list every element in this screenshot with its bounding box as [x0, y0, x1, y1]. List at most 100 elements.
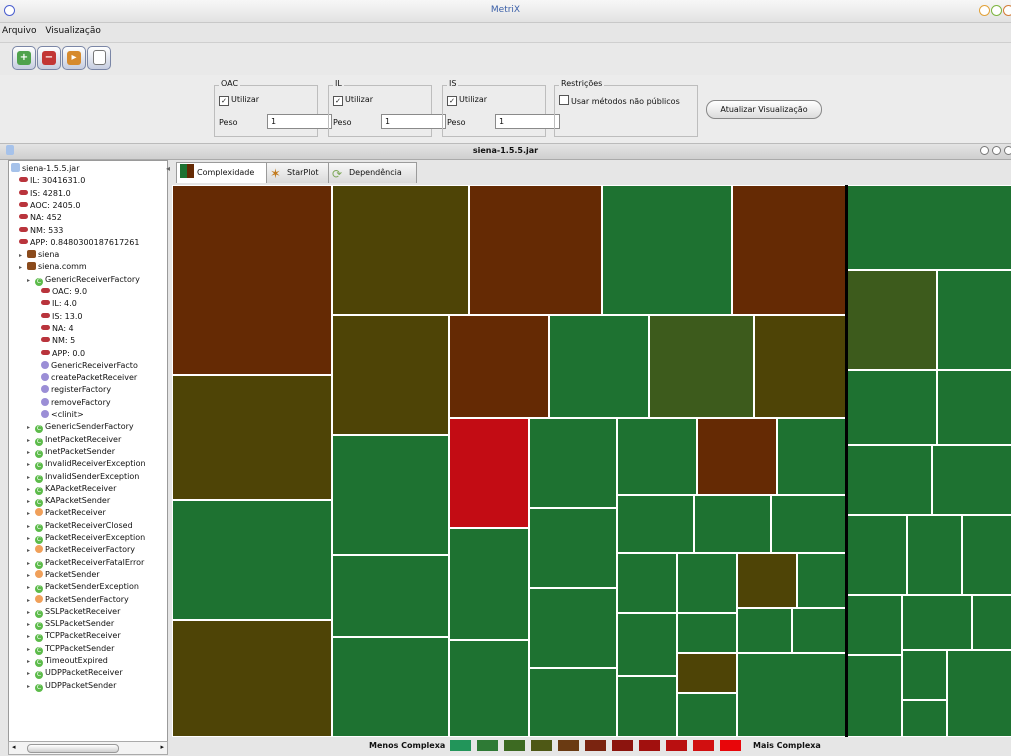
- treemap-cell[interactable]: [737, 608, 792, 653]
- tree-expand-icon[interactable]: ▸: [19, 250, 27, 261]
- treemap-cell[interactable]: [449, 528, 529, 640]
- tree-expand-icon[interactable]: ▸: [27, 619, 35, 630]
- tree-item[interactable]: IL: 3041631.0: [19, 175, 85, 186]
- treemap-cell[interactable]: [732, 185, 847, 315]
- treemap-cell[interactable]: [677, 553, 737, 613]
- tree-item[interactable]: NA: 4: [41, 323, 74, 334]
- treemap-cell[interactable]: [847, 515, 907, 595]
- treemap-cell[interactable]: [737, 653, 847, 737]
- treemap-cell[interactable]: [677, 653, 737, 693]
- tree-item[interactable]: ▸ C KAPacketReceiver: [27, 483, 116, 495]
- maximize-icon[interactable]: [992, 146, 1001, 155]
- tree-item[interactable]: <clinit>: [41, 409, 84, 420]
- project-tree[interactable]: siena-1.5.5.jar IL: 3041631.0 IS: 4281.0 AO…: [8, 160, 168, 742]
- treemap-cell[interactable]: [332, 435, 449, 555]
- treemap-cell[interactable]: [847, 270, 937, 370]
- treemap-cell[interactable]: [847, 445, 932, 515]
- treemap-cell[interactable]: [792, 608, 847, 653]
- tree-expand-icon[interactable]: ▸: [27, 508, 35, 519]
- remove-button[interactable]: −: [37, 46, 61, 70]
- treemap-cell[interactable]: [902, 650, 947, 700]
- tree-item[interactable]: AOC: 2405.0: [19, 200, 80, 211]
- treemap-cell[interactable]: [469, 185, 602, 315]
- treemap-cell[interactable]: [962, 515, 1011, 595]
- treemap-cell[interactable]: [617, 495, 694, 553]
- tree-expand-icon[interactable]: ▸: [27, 631, 35, 642]
- tree-item[interactable]: OAC: 9.0: [41, 286, 87, 297]
- tree-item[interactable]: NA: 452: [19, 212, 62, 223]
- tab-starplot[interactable]: ✶ StarPlot: [266, 162, 331, 183]
- tree-expand-icon[interactable]: ▸: [27, 472, 35, 483]
- tree-item[interactable]: ▸ C InetPacketReceiver: [27, 434, 121, 446]
- treemap-cell[interactable]: [332, 315, 449, 435]
- tree-horizontal-scrollbar[interactable]: ◂ ▸: [8, 741, 168, 755]
- treemap-cell[interactable]: [972, 595, 1011, 650]
- tree-expand-icon[interactable]: ▸: [27, 484, 35, 495]
- tree-expand-icon[interactable]: ▸: [27, 533, 35, 544]
- tree-expand-icon[interactable]: ▸: [27, 607, 35, 618]
- treemap-cell[interactable]: [529, 418, 617, 508]
- tree-expand-icon[interactable]: ▸: [27, 595, 35, 606]
- scroll-right-icon[interactable]: ▸: [160, 743, 164, 751]
- tree-item[interactable]: ▸ C PacketReceiverClosed: [27, 520, 133, 532]
- treemap-cell[interactable]: [677, 693, 737, 737]
- treemap-cell[interactable]: [937, 370, 1011, 445]
- treemap-cell[interactable]: [771, 495, 847, 553]
- tree-item[interactable]: IS: 4281.0: [19, 188, 71, 199]
- add-button[interactable]: +: [12, 46, 36, 70]
- tree-item[interactable]: APP: 0.0: [41, 348, 85, 359]
- close-icon[interactable]: [1003, 5, 1011, 16]
- il-peso-input[interactable]: 1: [381, 114, 446, 129]
- tree-expand-icon[interactable]: ▸: [27, 558, 35, 569]
- tree-item[interactable]: ▸ C PacketReceiverException: [27, 532, 145, 544]
- treemap-cell[interactable]: [617, 418, 697, 495]
- tree-expand-icon[interactable]: ▸: [27, 435, 35, 446]
- collapse-arrow-icon[interactable]: ◂: [166, 164, 170, 173]
- minimize-icon[interactable]: [979, 5, 990, 16]
- scrollbar-thumb[interactable]: [27, 744, 119, 753]
- tree-item[interactable]: ▸ C InetPacketSender: [27, 446, 115, 458]
- tree-item[interactable]: ▸ C TCPPacketReceiver: [27, 630, 121, 643]
- treemap-cell[interactable]: [172, 185, 332, 375]
- is-checkbox[interactable]: ✓ Utilizar: [447, 95, 487, 106]
- treemap-cell[interactable]: [172, 500, 332, 620]
- scroll-left-icon[interactable]: ◂: [12, 743, 16, 751]
- tree-item[interactable]: NM: 533: [19, 225, 63, 236]
- tree-item[interactable]: ▸ C PacketReceiverFatalError: [27, 557, 144, 569]
- tree-item[interactable]: ▸ C SSLPacketSender: [27, 618, 114, 631]
- treemap-cell[interactable]: [449, 640, 529, 737]
- tree-item[interactable]: ▸ C SSLPacketReceiver: [27, 606, 120, 618]
- treemap-cell[interactable]: [797, 553, 847, 608]
- tree-expand-icon[interactable]: ▸: [27, 521, 35, 532]
- treemap-cell[interactable]: [777, 418, 847, 495]
- tree-item[interactable]: ▸ PacketReceiver: [27, 507, 106, 518]
- tree-expand-icon[interactable]: ▸: [27, 447, 35, 458]
- oac-peso-input[interactable]: 1: [267, 114, 332, 129]
- tree-expand-icon[interactable]: ▸: [27, 496, 35, 507]
- tree-item[interactable]: IS: 13.0: [41, 311, 83, 322]
- treemap-cell[interactable]: [332, 185, 469, 315]
- tree-item[interactable]: ▸ C UDPPacketReceiver: [27, 667, 123, 680]
- tree-item[interactable]: ▸ PacketReceiverFactory: [27, 544, 135, 555]
- il-checkbox[interactable]: ✓ Utilizar: [333, 95, 373, 106]
- restricoes-checkbox[interactable]: Usar métodos não públicos: [559, 95, 680, 106]
- tree-item[interactable]: ▸ C TCPPacketSender: [27, 643, 114, 655]
- treemap-cell[interactable]: [847, 370, 937, 445]
- treemap-cell[interactable]: [677, 613, 737, 653]
- treemap-cell[interactable]: [617, 553, 677, 613]
- is-peso-input[interactable]: 1: [495, 114, 560, 129]
- tree-item[interactable]: ▸ siena: [19, 249, 59, 260]
- treemap-cell[interactable]: [697, 418, 777, 495]
- treemap-cell[interactable]: [902, 700, 947, 737]
- treemap-cell[interactable]: [529, 588, 617, 668]
- treemap-cell[interactable]: [549, 315, 649, 418]
- tree-item[interactable]: NM: 5: [41, 335, 75, 346]
- minimize-icon[interactable]: [980, 146, 989, 155]
- oac-checkbox[interactable]: ✓ Utilizar: [219, 95, 259, 106]
- tree-item[interactable]: APP: 0.8480300187617261: [19, 237, 139, 248]
- tree-item[interactable]: ▸ C InvalidSenderException: [27, 471, 139, 483]
- treemap-cell[interactable]: [754, 315, 847, 418]
- treemap-cell[interactable]: [529, 508, 617, 588]
- treemap-cell[interactable]: [332, 555, 449, 637]
- menu-visualizacao[interactable]: Visualização: [45, 26, 101, 36]
